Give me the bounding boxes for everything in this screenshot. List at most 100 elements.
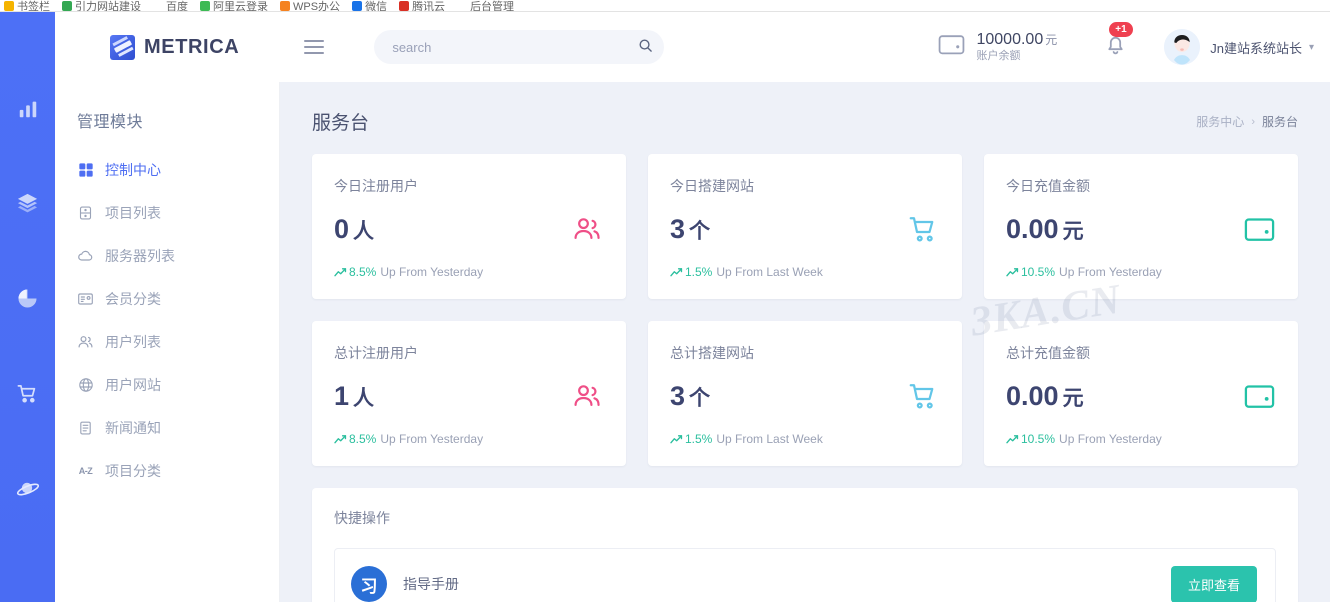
cart-icon — [906, 212, 940, 246]
app-root: 书签栏 引力网站建设 百度 阿里云登录 WPS办公 微信 腾讯云 后台管理 ME… — [0, 0, 1330, 602]
layers-icon — [16, 192, 39, 215]
balance-amount: 10000.00 — [976, 31, 1044, 49]
planet-icon — [16, 477, 40, 501]
wallet-icon — [1242, 212, 1276, 246]
breadcrumb-parent[interactable]: 服务中心 — [1196, 113, 1244, 130]
view-now-button[interactable]: 立即查看 — [1170, 565, 1257, 602]
breadcrumb: 服务中心 › 服务台 — [1196, 113, 1298, 130]
stat-card-value-row: 0.00 元 — [1006, 381, 1084, 412]
logo-mark-icon — [110, 34, 135, 60]
users-icon — [77, 333, 94, 350]
sidebar-item-4[interactable]: 会员分类 — [55, 277, 279, 320]
search-box[interactable] — [374, 30, 665, 64]
trend-percent: 8.5% — [349, 432, 377, 446]
stat-card-value: 0.00 — [1006, 213, 1059, 244]
rail-item-cart[interactable] — [0, 372, 55, 415]
rail-item-planet[interactable] — [0, 467, 55, 510]
stat-card-label: 今日注册用户 — [334, 178, 418, 194]
sidebar-item-1[interactable]: 控制中心 — [55, 148, 279, 191]
breadcrumb-current: 服务台 — [1261, 115, 1298, 129]
bookmark-item[interactable]: 百度 — [153, 0, 188, 11]
bookmark-item[interactable]: 引力网站建设 — [62, 0, 141, 12]
trend-text: Up From Last Week — [716, 432, 823, 446]
sidebar-item-6[interactable]: 用户网站 — [55, 363, 279, 406]
sidebar-item-3[interactable]: 服务器列表 — [55, 234, 279, 277]
stat-card-value: 3 — [670, 213, 686, 244]
rail-item-layers[interactable] — [0, 182, 55, 225]
cart-icon — [906, 379, 940, 413]
stat-card-middle: 0人 — [334, 212, 604, 246]
trend-percent: 1.5% — [685, 432, 713, 446]
stat-card-value-row: 1人 — [334, 381, 374, 412]
wallet-icon — [1242, 379, 1276, 413]
pie-chart-icon — [16, 287, 39, 310]
stat-card: 今日搭建网站 3 个 1.5% Up From Last Week — [648, 154, 962, 299]
stat-card: 总计充值金额 0.00 元 10.5% Up From Yesterday — [984, 321, 1298, 466]
bookmark-item[interactable]: 阿里云登录 — [200, 0, 268, 11]
bookmark-item[interactable]: 后台管理 — [457, 0, 515, 12]
chevron-down-icon[interactable]: ▾ — [1309, 42, 1314, 53]
quick-action-name: 指导手册 — [403, 576, 459, 592]
bookmark-label: 微信 — [365, 1, 388, 12]
sidebar-item-label: 用户列表 — [105, 333, 161, 350]
trend-text: Up From Yesterday — [1059, 432, 1162, 446]
trend-percent: 10.5% — [1021, 265, 1056, 279]
sidebar-item-5[interactable]: 用户列表 — [55, 320, 279, 363]
stat-card-label: 总计搭建网站 — [670, 345, 754, 361]
balance-amount-row: 10000.00 元 — [976, 30, 1057, 50]
notification-bell[interactable]: +1 — [1103, 22, 1133, 62]
sidebar: 管理模块 控制中心项目列表服务器列表会员分类用户列表用户网站 新闻通知 A-Z 项目分… — [55, 82, 280, 602]
rail-item-pie-chart[interactable] — [0, 277, 55, 320]
trend-text: Up From Yesterday — [380, 432, 484, 446]
bookmark-favicon-icon — [399, 1, 410, 11]
stat-card: 今日注册用户 0 人 8.5% Up From Yesterday — [312, 154, 626, 299]
trend-up-icon: 8.5% — [334, 265, 376, 279]
bookmark-item[interactable]: 腾讯云 — [399, 0, 445, 11]
stat-card: 总计搭建网站 3 个 1.5% Up From Last Week — [648, 321, 962, 466]
balance-texts: 10000.00 元 账户余额 — [976, 30, 1057, 64]
hamburger-icon[interactable] — [304, 36, 325, 58]
rail-item-bar-chart[interactable] — [0, 87, 55, 130]
bookmark-label: 后台管理 — [470, 1, 515, 12]
sidebar-item-2[interactable]: 项目列表 — [55, 191, 279, 234]
stat-card-value-row: 3个 — [670, 214, 710, 245]
search-input[interactable] — [392, 39, 633, 55]
bookmark-item[interactable]: 微信 — [352, 0, 388, 12]
sidebar-item-label: 服务器列表 — [105, 247, 175, 264]
trend-up-icon: 10.5% — [1006, 265, 1055, 279]
cloud-icon — [77, 247, 94, 264]
stat-card-footer: 8.5% Up From Yesterday — [334, 265, 604, 279]
sidebar-title: 管理模块 — [77, 114, 144, 131]
trend-up-icon: 1.5% — [670, 265, 712, 279]
bookmark-favicon-icon — [4, 1, 14, 11]
stat-card-footer: 1.5% Up From Last Week — [670, 432, 940, 446]
stat-card-unit: 元 — [1062, 386, 1084, 410]
bookmark-favicon-icon — [153, 1, 163, 11]
sidebar-item-label: 项目分类 — [105, 462, 161, 479]
sidebar-item-label: 控制中心 — [105, 161, 161, 178]
bookmark-item[interactable]: WPS办公 — [280, 0, 340, 11]
quick-actions-title: 快捷操作 — [334, 510, 390, 526]
sidebar-item-7[interactable]: 新闻通知 — [55, 406, 279, 449]
stat-card-unit: 元 — [1062, 219, 1084, 243]
main-content: 服务台 服务中心 › 服务台 今日注册用户 0 人 8.5% Up From Yeste… — [280, 82, 1330, 602]
bookmark-item[interactable]: 书签栏 — [4, 0, 50, 12]
stat-card-middle: 0.00 元 — [1006, 212, 1276, 246]
sidebar-item-label: 项目列表 — [105, 204, 161, 221]
wallet-icon — [938, 33, 965, 61]
avatar[interactable] — [1164, 29, 1201, 65]
a-z-icon: A-Z — [78, 465, 93, 476]
bell-icon — [1103, 34, 1128, 61]
stat-card-middle: 3个 — [670, 379, 940, 413]
stat-card: 今日充值金额 0.00 元 10.5% Up From Yesterday — [984, 154, 1298, 299]
bookmark-label: 引力网站建设 — [75, 1, 141, 12]
bookmark-label: 书签栏 — [17, 1, 50, 12]
sidebar-item-8[interactable]: A-Z 项目分类 — [55, 449, 279, 492]
user-name[interactable]: Jn建站系统站长 — [1210, 38, 1302, 57]
document-icon — [77, 419, 94, 436]
brand-logo[interactable]: METRICA — [110, 34, 239, 60]
account-balance[interactable]: 10000.00 元 账户余额 — [938, 30, 1057, 64]
list-item: 习 指导手册 立即查看 — [334, 548, 1276, 602]
browser-bookmark-bar: 书签栏 引力网站建设 百度 阿里云登录 WPS办公 微信 腾讯云 后台管理 — [0, 0, 1330, 12]
search-button[interactable] — [632, 34, 658, 60]
